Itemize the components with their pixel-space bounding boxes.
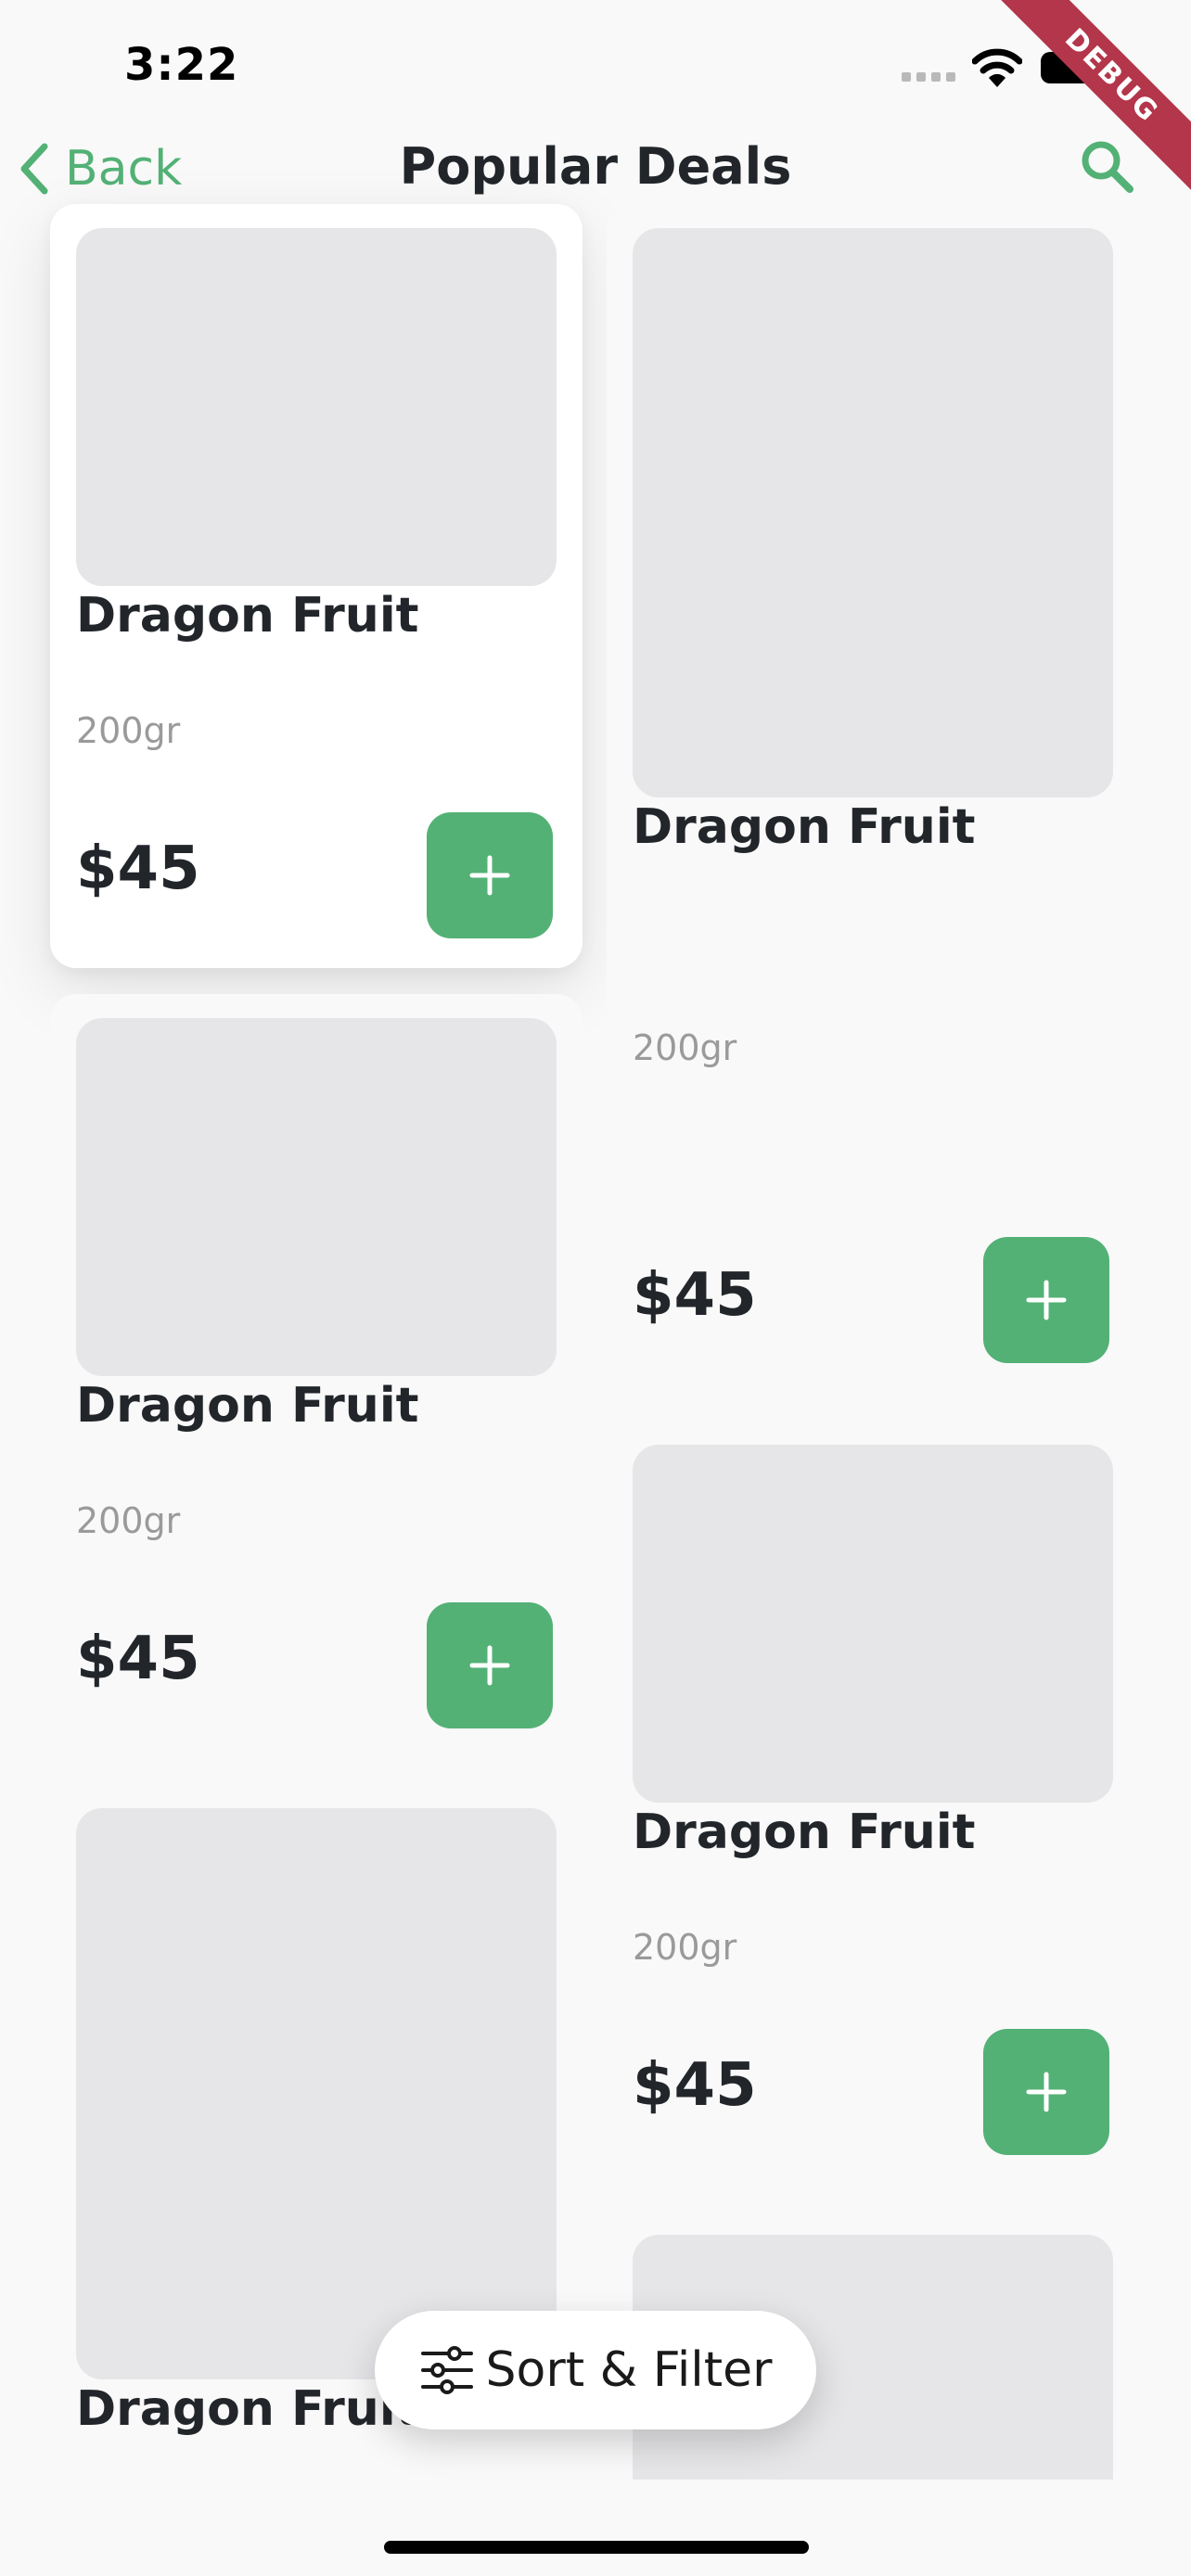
product-card[interactable]: Dragon Fruit 200gr $45 bbox=[607, 204, 1139, 1396]
sort-filter-label: Sort & Filter bbox=[485, 2342, 773, 2398]
product-name: Dragon Fruit bbox=[76, 588, 419, 644]
product-card[interactable]: Dragon Fruit bbox=[50, 1784, 583, 2576]
plus-icon bbox=[469, 855, 510, 896]
product-card[interactable]: Dragon Fruit 200gr $45 bbox=[50, 994, 583, 1758]
product-price: $45 bbox=[633, 2051, 757, 2120]
product-name: Dragon Fruit bbox=[76, 1378, 419, 1434]
product-price: $45 bbox=[76, 835, 200, 903]
plus-icon bbox=[1026, 2072, 1067, 2112]
product-image-placeholder bbox=[76, 1018, 557, 1376]
product-image-placeholder bbox=[633, 228, 1113, 797]
product-name: Dragon Fruit bbox=[76, 2381, 419, 2437]
add-to-cart-button[interactable] bbox=[427, 812, 553, 938]
add-to-cart-button[interactable] bbox=[427, 1602, 553, 1728]
product-price: $45 bbox=[76, 1625, 200, 1693]
product-image-placeholder bbox=[633, 1445, 1113, 1803]
page-title: Popular Deals bbox=[399, 137, 792, 196]
product-image-placeholder bbox=[76, 1808, 557, 2379]
product-card[interactable]: Dragon Fruit 200gr $45 bbox=[607, 1421, 1139, 2185]
plus-icon bbox=[1026, 1280, 1067, 1320]
plus-icon bbox=[469, 1645, 510, 1686]
product-weight: 200gr bbox=[76, 1500, 181, 1541]
product-image-placeholder bbox=[76, 228, 557, 586]
status-time: 3:22 bbox=[124, 39, 239, 91]
sliders-icon bbox=[420, 2346, 473, 2394]
add-to-cart-button[interactable] bbox=[983, 2029, 1109, 2155]
product-name: Dragon Fruit bbox=[633, 1804, 976, 1860]
product-weight: 200gr bbox=[633, 1027, 737, 1068]
cellular-signal-icon bbox=[902, 72, 957, 83]
product-price: $45 bbox=[633, 1261, 757, 1330]
search-icon bbox=[1082, 141, 1133, 193]
product-weight: 200gr bbox=[633, 1927, 737, 1968]
search-button[interactable] bbox=[1076, 135, 1137, 197]
sort-filter-button[interactable]: Sort & Filter bbox=[375, 2311, 816, 2429]
home-indicator bbox=[384, 2541, 809, 2554]
product-name: Dragon Fruit bbox=[633, 799, 976, 855]
add-to-cart-button[interactable] bbox=[983, 1237, 1109, 1363]
product-card[interactable]: Dragon Fruit 200gr $45 bbox=[50, 204, 583, 968]
product-weight: 200gr bbox=[76, 710, 181, 751]
